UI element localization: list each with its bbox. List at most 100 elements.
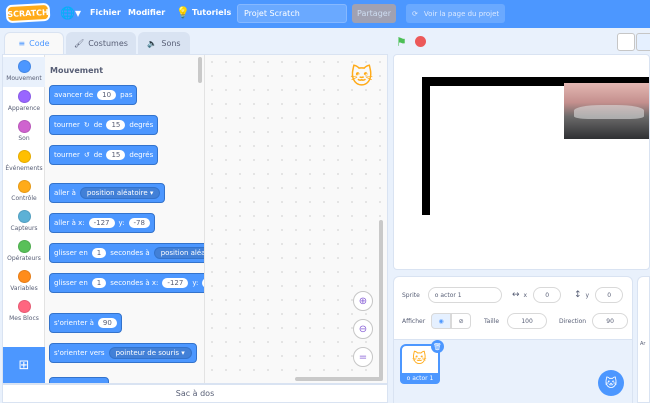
eye-icon: ◉: [438, 317, 444, 325]
block-point-direction[interactable]: s'orienter à 90: [49, 313, 122, 333]
category-operators[interactable]: Opérateurs: [3, 237, 45, 267]
block-palette: Mouvement avancer de 10 pas tourner ↻ de…: [45, 55, 205, 383]
category-motion[interactable]: Mouvement: [3, 57, 45, 87]
add-sprite-button[interactable]: 🐱: [598, 370, 624, 396]
block-number-input[interactable]: 1: [91, 278, 107, 288]
category-dot: [17, 120, 31, 133]
block-text: glisser en: [54, 279, 88, 287]
backpack[interactable]: Sac à dos: [2, 384, 388, 403]
show-visible-button[interactable]: ◉: [431, 313, 452, 329]
script-area[interactable]: 🐱 ⊕ ⊖ =: [205, 55, 387, 383]
block-dropdown[interactable]: pointeur de souris ▾: [108, 347, 192, 359]
block-number-input[interactable]: 10: [97, 90, 117, 100]
add-extension-button[interactable]: ⊞: [3, 347, 45, 383]
category-dot: [17, 240, 31, 253]
block-glide-xy[interactable]: glisser en 1 secondes à x: -127 y: -7: [49, 273, 204, 293]
block-number-input[interactable]: -78: [128, 218, 150, 228]
rotate-left-icon: ↺: [83, 151, 90, 159]
stage-landscape-image: [564, 83, 649, 139]
tab-code-label: Code: [29, 39, 50, 48]
category-looks[interactable]: Apparence: [3, 87, 45, 117]
extension-icon: ⊞: [18, 357, 30, 373]
category-control[interactable]: Contrôle: [3, 177, 45, 207]
block-move-steps[interactable]: avancer de 10 pas: [49, 85, 138, 105]
sprite-card[interactable]: 🐱 o actor 1 🗑: [400, 340, 444, 384]
speaker-icon: 🔈: [147, 38, 158, 48]
stage-target-pane[interactable]: Ar: [637, 276, 650, 403]
block-text: tourner: [54, 121, 80, 129]
block-dropdown[interactable]: position aléatoire ▾: [79, 187, 161, 199]
stop-icon[interactable]: [415, 36, 426, 47]
cat-plus-icon: 🐱: [604, 376, 618, 390]
palette-scrollbar[interactable]: [198, 57, 202, 83]
y-input[interactable]: 0: [595, 287, 624, 303]
zoom-out-button[interactable]: ⊖: [353, 319, 373, 339]
sprite-info-pane: Sprite o actor 1 ↔ x 0 ↕ y 0 Afficher ◉ …: [393, 276, 633, 403]
zoom-reset-button[interactable]: =: [353, 347, 373, 367]
sprite-cat-icon: 🐱: [350, 65, 373, 90]
block-text: glisser en: [54, 249, 88, 257]
block-number-input[interactable]: 90: [97, 318, 117, 328]
category-my-blocks[interactable]: Mes Blocs: [3, 297, 45, 327]
block-goto-xy[interactable]: aller à x: -127 y: -78: [49, 213, 155, 233]
block-number-input[interactable]: -127: [88, 218, 115, 228]
menu-edit[interactable]: Modifier: [128, 8, 165, 17]
block-text: aller à: [54, 189, 76, 197]
block-turn-left[interactable]: tourner ↺ de 15 degrés: [49, 145, 159, 165]
block-number-input[interactable]: 15: [106, 120, 126, 130]
large-stage-button[interactable]: [636, 33, 650, 51]
block-text: s'orienter vers: [54, 349, 105, 357]
block-dropdown[interactable]: position aléatoire: [153, 247, 204, 259]
block-number-input[interactable]: -127: [162, 278, 189, 288]
size-input[interactable]: 100: [507, 313, 548, 329]
x-input[interactable]: 0: [533, 287, 562, 303]
block-text: de: [93, 121, 103, 129]
block-point-towards[interactable]: s'orienter vers pointeur de souris ▾: [49, 343, 197, 363]
stage-controls: ⚑: [393, 28, 650, 54]
block-goto[interactable]: aller à position aléatoire ▾: [49, 183, 166, 203]
menu-tutorials[interactable]: Tutoriels: [192, 8, 231, 17]
direction-input[interactable]: 90: [592, 313, 629, 329]
tab-costumes-label: Costumes: [88, 38, 128, 48]
tab-code[interactable]: ≡ Code: [4, 32, 64, 54]
category-dot: [17, 150, 31, 163]
zoom-in-icon: ⊕: [358, 295, 368, 307]
trash-icon[interactable]: 🗑: [431, 340, 444, 353]
tab-costumes[interactable]: 🖌 Costumes: [66, 32, 136, 54]
category-label: Mes Blocs: [9, 315, 39, 322]
share-button[interactable]: Partager: [352, 4, 396, 23]
sprite-label: Sprite: [402, 291, 420, 299]
lightbulb-icon[interactable]: 💡: [176, 6, 190, 19]
small-stage-button[interactable]: [617, 33, 635, 51]
stage[interactable]: [393, 54, 650, 270]
category-variables[interactable]: Variables: [3, 267, 45, 297]
sprite-name-input[interactable]: o actor 1: [427, 287, 502, 303]
globe-icon[interactable]: 🌐▾: [60, 6, 81, 20]
script-horizontal-scrollbar[interactable]: [295, 377, 383, 381]
block-number-input[interactable]: 1: [91, 248, 107, 258]
sprite-list: 🐱 o actor 1 🗑 🐱: [394, 339, 632, 403]
menu-file[interactable]: Fichier: [90, 8, 121, 17]
category-label: Capteurs: [10, 225, 38, 232]
block-number-input[interactable]: 15: [106, 150, 126, 160]
script-vertical-scrollbar[interactable]: [379, 220, 383, 380]
category-sensing[interactable]: Capteurs: [3, 207, 45, 237]
y-label: y: [585, 291, 590, 299]
block-partial[interactable]: [49, 377, 109, 383]
show-hidden-button[interactable]: ⊘: [451, 313, 472, 329]
brush-icon: 🖌: [74, 38, 85, 48]
category-sound[interactable]: Son: [3, 117, 45, 147]
category-events[interactable]: Événements: [3, 147, 45, 177]
x-row: ↔ x 0: [512, 287, 562, 303]
rotate-right-icon: ↻: [83, 121, 90, 129]
project-title-input[interactable]: Projet Scratch: [237, 4, 347, 23]
scratch-logo[interactable]: SCRATCH: [5, 2, 51, 24]
tab-sounds-label: Sons: [161, 38, 181, 48]
block-turn-right[interactable]: tourner ↻ de 15 degrés: [49, 115, 159, 135]
block-glide[interactable]: glisser en 1 secondes à position aléatoi…: [49, 243, 204, 263]
zoom-in-button[interactable]: ⊕: [353, 291, 373, 311]
green-flag-icon[interactable]: ⚑: [396, 35, 407, 49]
see-project-button[interactable]: ⟳ Voir la page du projet: [406, 4, 506, 23]
editor-tabs: ≡ Code 🖌 Costumes 🔈 Sons: [0, 28, 390, 54]
tab-sounds[interactable]: 🔈 Sons: [138, 32, 190, 54]
